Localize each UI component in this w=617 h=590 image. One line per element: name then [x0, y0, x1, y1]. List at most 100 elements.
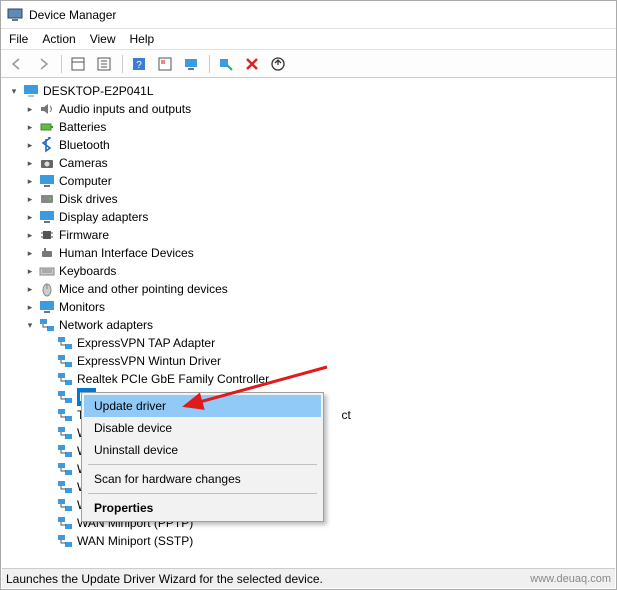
tree-device-label: ExpressVPN Wintun Driver	[77, 352, 221, 370]
ctx-separator	[88, 464, 317, 465]
tree-category-label: Audio inputs and outputs	[59, 100, 191, 118]
ctx-separator	[88, 493, 317, 494]
chevron-right-icon[interactable]: ▸	[23, 192, 37, 206]
chevron-right-icon[interactable]: ▸	[23, 264, 37, 278]
net-icon	[57, 407, 73, 423]
scan-button[interactable]	[214, 53, 238, 75]
tree-category-label: Computer	[59, 172, 112, 190]
tree-device[interactable]: ▸ExpressVPN TAP Adapter	[5, 334, 616, 352]
bluetooth-icon	[39, 137, 55, 153]
tree-category[interactable]: ▸ Batteries	[5, 118, 616, 136]
ctx-disable-device[interactable]: Disable device	[84, 417, 321, 439]
tree-root-label: DESKTOP-E2P041L	[43, 82, 154, 100]
tree-category[interactable]: ▸ Audio inputs and outputs	[5, 100, 616, 118]
net-icon	[57, 461, 73, 477]
battery-icon	[39, 119, 55, 135]
chevron-right-icon[interactable]: ▸	[23, 156, 37, 170]
chevron-right-icon[interactable]: ▸	[23, 174, 37, 188]
tree-category[interactable]: ▸ Keyboards	[5, 262, 616, 280]
net-icon	[39, 317, 55, 333]
net-icon	[57, 479, 73, 495]
tree-category-label: Human Interface Devices	[59, 244, 194, 262]
menu-file[interactable]: File	[9, 32, 28, 46]
ctx-update-driver[interactable]: Update driver	[84, 395, 321, 417]
tree-root[interactable]: ▾ DESKTOP-E2P041L	[5, 82, 616, 100]
toolbar-btn-4[interactable]	[153, 53, 177, 75]
tree-category[interactable]: ▸ Computer	[5, 172, 616, 190]
chevron-right-icon[interactable]: ▸	[23, 300, 37, 314]
svg-text:?: ?	[136, 60, 142, 71]
tree-device-label: WAN Miniport (SSTP)	[77, 532, 193, 550]
ctx-uninstall-device[interactable]: Uninstall device	[84, 439, 321, 461]
keyboard-icon	[39, 263, 55, 279]
chevron-right-icon[interactable]: ▸	[23, 246, 37, 260]
tree-device-trail: ct	[341, 406, 350, 424]
tree-category-label: Cameras	[59, 154, 108, 172]
chip-icon	[39, 227, 55, 243]
titlebar: Device Manager	[1, 1, 616, 29]
tree-category-label: Display adapters	[59, 208, 148, 226]
tree-category-label: Mice and other pointing devices	[59, 280, 228, 298]
chevron-down-icon[interactable]: ▾	[23, 318, 37, 332]
net-icon	[57, 443, 73, 459]
speaker-icon	[39, 101, 55, 117]
toolbar-btn-5[interactable]	[179, 53, 203, 75]
chevron-right-icon[interactable]: ▸	[23, 102, 37, 116]
chevron-right-icon[interactable]: ▸	[23, 210, 37, 224]
uninstall-button[interactable]	[240, 53, 264, 75]
tree-category[interactable]: ▾ Network adapters	[5, 316, 616, 334]
tree-category[interactable]: ▸Bluetooth	[5, 136, 616, 154]
toolbar-separator	[122, 55, 123, 73]
monitor-icon	[39, 299, 55, 315]
tree-category[interactable]: ▸ Firmware	[5, 226, 616, 244]
menubar: File Action View Help	[1, 29, 616, 50]
net-icon	[57, 389, 73, 405]
tree-category-label: Network adapters	[59, 316, 153, 334]
tree-device-label: Realtek PCIe GbE Family Controller	[77, 370, 269, 388]
chevron-right-icon[interactable]: ▸	[23, 120, 37, 134]
tree-category-label: Keyboards	[59, 262, 116, 280]
context-menu: Update driver Disable device Uninstall d…	[81, 392, 324, 522]
tree-category[interactable]: ▸Monitors	[5, 298, 616, 316]
chevron-right-icon[interactable]: ▸	[23, 138, 37, 152]
net-icon	[57, 353, 73, 369]
toolbar-btn-2[interactable]	[92, 53, 116, 75]
menu-action[interactable]: Action	[42, 32, 75, 46]
net-icon	[57, 371, 73, 387]
tree-device[interactable]: ▸WAN Miniport (SSTP)	[5, 532, 616, 550]
monitor-icon	[39, 173, 55, 189]
mouse-icon	[39, 281, 55, 297]
tree-category[interactable]: ▸ Disk drives	[5, 190, 616, 208]
tree-category[interactable]: ▸ Display adapters	[5, 208, 616, 226]
tree-category[interactable]: ▸ Mice and other pointing devices	[5, 280, 616, 298]
back-button[interactable]	[5, 53, 29, 75]
tree-category[interactable]: ▸ Human Interface Devices	[5, 244, 616, 262]
tree-category-label: Batteries	[59, 118, 106, 136]
chevron-down-icon[interactable]: ▾	[7, 84, 21, 98]
net-icon	[57, 515, 73, 531]
update-button[interactable]	[266, 53, 290, 75]
tree-device[interactable]: ▸Realtek PCIe GbE Family Controller	[5, 370, 616, 388]
toolbar-separator	[61, 55, 62, 73]
chevron-right-icon[interactable]: ▸	[23, 228, 37, 242]
menu-view[interactable]: View	[90, 32, 116, 46]
menu-help[interactable]: Help	[130, 32, 155, 46]
net-icon	[57, 425, 73, 441]
monitor-icon	[39, 209, 55, 225]
toolbar: ?	[1, 50, 616, 78]
statusbar-text: Launches the Update Driver Wizard for th…	[6, 572, 323, 586]
ctx-scan-hardware[interactable]: Scan for hardware changes	[84, 468, 321, 490]
tree-category-label: Disk drives	[59, 190, 118, 208]
toolbar-btn-1[interactable]	[66, 53, 90, 75]
ctx-properties[interactable]: Properties	[84, 497, 321, 519]
tree-category-label: Firmware	[59, 226, 109, 244]
tree-device[interactable]: ▸ExpressVPN Wintun Driver	[5, 352, 616, 370]
hid-icon	[39, 245, 55, 261]
chevron-right-icon[interactable]: ▸	[23, 282, 37, 296]
help-button[interactable]: ?	[127, 53, 151, 75]
forward-button[interactable]	[31, 53, 55, 75]
net-icon	[57, 497, 73, 513]
camera-icon	[39, 155, 55, 171]
net-icon	[57, 335, 73, 351]
tree-category[interactable]: ▸ Cameras	[5, 154, 616, 172]
